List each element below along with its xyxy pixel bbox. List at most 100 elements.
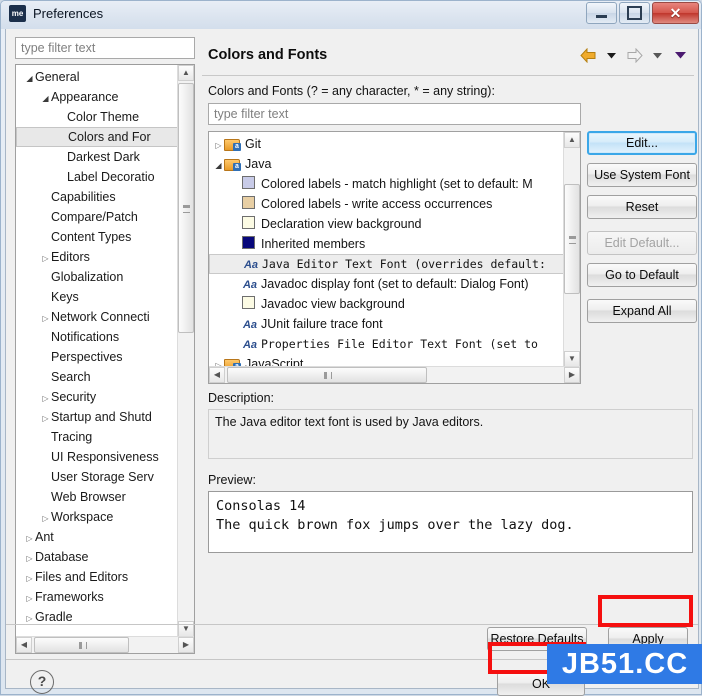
tree-row[interactable]: Aa Properties File Editor Text Font (set … [209,334,565,354]
maximize-button[interactable] [619,2,650,24]
scroll-left-icon[interactable]: ◀ [16,637,32,653]
colors-fonts-filter-input[interactable]: type filter text [208,103,581,125]
sidebar-item-label-decoratio[interactable]: Label Decoratio [16,167,180,187]
content-vertical-scrollbar[interactable]: ▲ ▼ [563,132,580,367]
collapsed-arrow-icon[interactable] [40,309,51,327]
sidebar-vertical-scrollbar[interactable]: ▲ ▼ [177,65,194,637]
sidebar-item-startup-and-shutd[interactable]: Startup and Shutd [16,407,180,427]
sidebar-item-frameworks[interactable]: Frameworks [16,587,180,607]
sidebar-item-appearance[interactable]: Appearance [16,87,180,107]
tree-row[interactable]: Aa Javadoc display font (set to default: … [209,274,565,294]
tree-row[interactable]: Aa Java Editor Text Font (overrides defau… [209,254,565,274]
action-buttons: Edit... Use System Font Reset Edit Default.… [587,131,697,331]
collapsed-arrow-icon[interactable] [24,569,35,587]
back-history-dropdown[interactable] [601,45,621,65]
collapsed-arrow-icon[interactable] [24,549,35,567]
scrollbar-thumb-h[interactable] [34,637,129,653]
collapsed-arrow-icon[interactable] [213,136,224,154]
tree-row-label: Javadoc view background [261,297,405,311]
collapsed-arrow-icon[interactable] [40,409,51,427]
sidebar-item-color-theme[interactable]: Color Theme [16,107,180,127]
sidebar-item-colors-and-for[interactable]: Colors and For [16,127,180,147]
sidebar-item-tracing[interactable]: Tracing [16,427,180,447]
preview-line-2: The quick brown fox jumps over the lazy … [216,517,574,533]
close-icon: ✕ [669,5,682,21]
sidebar-item-ui-responsiveness[interactable]: UI Responsiveness [16,447,180,467]
expanded-arrow-icon[interactable] [24,69,35,87]
sidebar-item-workspace[interactable]: Workspace [16,507,180,527]
reset-button[interactable]: Reset [587,195,697,219]
sidebar-item-label: Startup and Shutd [51,410,152,424]
sidebar-tree-panel: General Appearance Color Theme Colors and F… [15,64,195,654]
scrollbar-thumb[interactable] [564,184,580,294]
scroll-down-icon[interactable]: ▼ [564,351,580,367]
scrollbar-thumb[interactable] [178,83,194,333]
color-swatch-icon [242,236,255,249]
page-title: Colors and Fonts [208,47,328,63]
sidebar-item-globalization[interactable]: Globalization [16,267,180,287]
scroll-up-icon[interactable]: ▲ [178,65,194,81]
edit-button[interactable]: Edit... [587,131,697,155]
sidebar-item-notifications[interactable]: Notifications [16,327,180,347]
tree-row[interactable]: a Java [209,154,565,174]
sidebar-item-perspectives[interactable]: Perspectives [16,347,180,367]
sidebar-item-search[interactable]: Search [16,367,180,387]
sidebar-horizontal-scrollbar[interactable]: ◀ ▶ [16,636,194,653]
sidebar-item-editors[interactable]: Editors [16,247,180,267]
color-swatch-icon [242,216,255,229]
sidebar-tree[interactable]: General Appearance Color Theme Colors and F… [16,65,180,627]
sidebar-item-general[interactable]: General [16,67,180,87]
expanded-arrow-icon[interactable] [40,89,51,107]
sidebar-item-security[interactable]: Security [16,387,180,407]
colors-fonts-tree[interactable]: a Gita Java Colored labels - match highligh… [209,134,565,374]
forward-button[interactable] [624,45,644,65]
go-to-default-button[interactable]: Go to Default [587,263,697,287]
scroll-right-icon[interactable]: ▶ [564,367,580,383]
content-horizontal-scrollbar[interactable]: ◀ ▶ [209,366,580,383]
sidebar-item-label: Gradle [35,610,73,624]
tree-row[interactable]: Inherited members [209,234,565,254]
collapsed-arrow-icon[interactable] [40,249,51,267]
close-button[interactable]: ✕ [652,2,699,24]
tree-row[interactable]: Colored labels - write access occurrence… [209,194,565,214]
minimize-button[interactable] [586,2,617,24]
sidebar-item-capabilities[interactable]: Capabilities [16,187,180,207]
sidebar-item-ant[interactable]: Ant [16,527,180,547]
expand-all-button[interactable]: Expand All [587,299,697,323]
sidebar-item-content-types[interactable]: Content Types [16,227,180,247]
scrollbar-thumb-h[interactable] [227,367,427,383]
collapsed-arrow-icon[interactable] [40,389,51,407]
sidebar-item-keys[interactable]: Keys [16,287,180,307]
sidebar-filter-input[interactable]: type filter text [15,37,195,59]
tree-row[interactable]: Aa JUnit failure trace font [209,314,565,334]
help-icon[interactable]: ? [30,670,54,694]
page-panel: Colors and Fonts Colors and Fonts (? = a… [202,33,697,630]
sidebar-item-label: Label Decoratio [67,170,155,184]
tree-row-label: Colored labels - write access occurrence… [261,197,493,211]
scroll-up-icon[interactable]: ▲ [564,132,580,148]
back-button[interactable] [578,45,598,65]
collapsed-arrow-icon[interactable] [24,529,35,547]
use-system-font-button[interactable]: Use System Font [587,163,697,187]
sidebar-item-darkest-dark[interactable]: Darkest Dark [16,147,180,167]
collapsed-arrow-icon[interactable] [40,509,51,527]
sidebar-item-label: Appearance [51,90,119,104]
chevron-down-icon [606,52,616,58]
sidebar-item-web-browser[interactable]: Web Browser [16,487,180,507]
sidebar-item-user-storage-serv[interactable]: User Storage Serv [16,467,180,487]
view-menu-button[interactable] [670,45,690,65]
expanded-arrow-icon[interactable] [213,156,224,174]
sidebar-item-compare-patch[interactable]: Compare/Patch [16,207,180,227]
scroll-left-icon[interactable]: ◀ [209,367,225,383]
sidebar-item-database[interactable]: Database [16,547,180,567]
collapsed-arrow-icon[interactable] [24,589,35,607]
tree-row[interactable]: Colored labels - match highlight (set to… [209,174,565,194]
font-sample-icon: Aa [242,339,258,351]
tree-row[interactable]: a Git [209,134,565,154]
tree-row[interactable]: Declaration view background [209,214,565,234]
tree-row[interactable]: Javadoc view background [209,294,565,314]
forward-history-dropdown[interactable] [647,45,667,65]
sidebar-item-network-connecti[interactable]: Network Connecti [16,307,180,327]
sidebar-item-files-and-editors[interactable]: Files and Editors [16,567,180,587]
scroll-right-icon[interactable]: ▶ [178,637,194,653]
